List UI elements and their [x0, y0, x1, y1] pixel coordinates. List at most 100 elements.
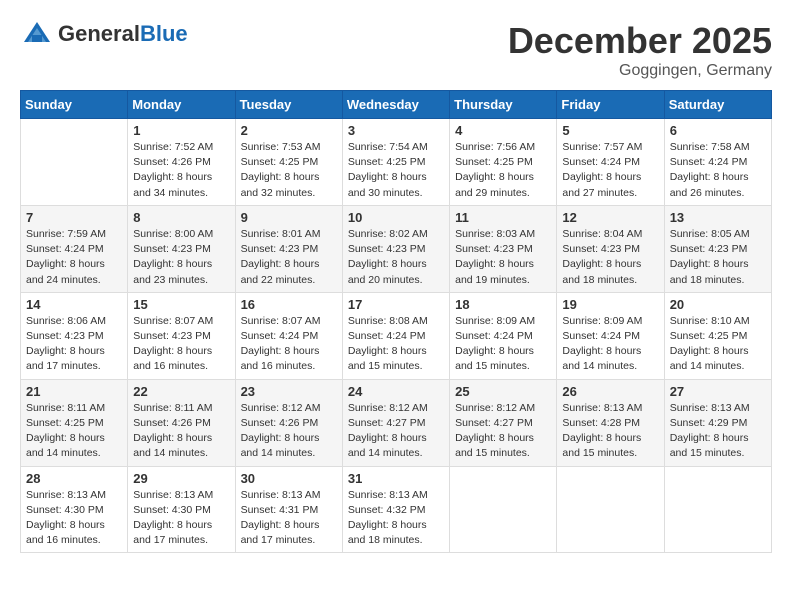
day-number: 14 — [26, 297, 122, 312]
calendar-day-cell: 20 Sunrise: 8:10 AM Sunset: 4:25 PM Dayli… — [664, 292, 771, 379]
day-number: 15 — [133, 297, 229, 312]
day-info: Sunrise: 8:03 AM Sunset: 4:23 PM Dayligh… — [455, 227, 551, 288]
day-number: 12 — [562, 210, 658, 225]
day-info: Sunrise: 8:02 AM Sunset: 4:23 PM Dayligh… — [348, 227, 444, 288]
calendar-day-cell: 5 Sunrise: 7:57 AM Sunset: 4:24 PM Daylig… — [557, 119, 664, 206]
calendar-day-cell: 15Sunrise: 8:07 AM Sunset: 4:23 PM Dayli… — [128, 292, 235, 379]
logo: GeneralBlue — [20, 20, 188, 48]
day-number: 28 — [26, 471, 122, 486]
day-number: 3 — [348, 123, 444, 138]
calendar-day-cell — [21, 119, 128, 206]
calendar-day-cell: 23Sunrise: 8:12 AM Sunset: 4:26 PM Dayli… — [235, 379, 342, 466]
calendar-day-cell: 4Sunrise: 7:56 AM Sunset: 4:25 PM Daylig… — [450, 119, 557, 206]
day-number: 1 — [133, 123, 229, 138]
day-number: 30 — [241, 471, 337, 486]
day-number: 9 — [241, 210, 337, 225]
calendar-day-cell: 3 Sunrise: 7:54 AM Sunset: 4:25 PM Daylig… — [342, 119, 449, 206]
calendar-day-cell: 29 Sunrise: 8:13 AM Sunset: 4:30 PM Dayli… — [128, 466, 235, 553]
day-info: Sunrise: 8:06 AM Sunset: 4:23 PM Dayligh… — [26, 314, 122, 375]
calendar-day-cell: 7 Sunrise: 7:59 AM Sunset: 4:24 PM Daylig… — [21, 205, 128, 292]
calendar-day-cell: 17 Sunrise: 8:08 AM Sunset: 4:24 PM Dayli… — [342, 292, 449, 379]
day-info: Sunrise: 8:11 AM Sunset: 4:26 PM Dayligh… — [133, 401, 229, 462]
day-info: Sunrise: 8:04 AM Sunset: 4:23 PM Dayligh… — [562, 227, 658, 288]
calendar-day-cell: 19 Sunrise: 8:09 AM Sunset: 4:24 PM Dayli… — [557, 292, 664, 379]
calendar-day-cell: 8 Sunrise: 8:00 AM Sunset: 4:23 PM Daylig… — [128, 205, 235, 292]
day-info: Sunrise: 7:54 AM Sunset: 4:25 PM Dayligh… — [348, 140, 444, 201]
calendar-day-cell — [450, 466, 557, 553]
title-block: December 2025 Goggingen, Germany — [508, 20, 772, 80]
calendar-day-cell: 2 Sunrise: 7:53 AM Sunset: 4:25 PM Daylig… — [235, 119, 342, 206]
day-number: 29 — [133, 471, 229, 486]
day-info: Sunrise: 8:10 AM Sunset: 4:25 PM Dayligh… — [670, 314, 766, 375]
day-number: 22 — [133, 384, 229, 399]
calendar-week-row: 21Sunrise: 8:11 AM Sunset: 4:25 PM Dayli… — [21, 379, 772, 466]
calendar-day-cell: 14 Sunrise: 8:06 AM Sunset: 4:23 PM Dayli… — [21, 292, 128, 379]
day-number: 16 — [241, 297, 337, 312]
day-number: 11 — [455, 210, 551, 225]
day-info: Sunrise: 8:12 AM Sunset: 4:27 PM Dayligh… — [455, 401, 551, 462]
day-info: Sunrise: 8:13 AM Sunset: 4:28 PM Dayligh… — [562, 401, 658, 462]
day-number: 4 — [455, 123, 551, 138]
calendar-day-cell: 27 Sunrise: 8:13 AM Sunset: 4:29 PM Dayli… — [664, 379, 771, 466]
weekday-header-cell: Wednesday — [342, 91, 449, 119]
day-info: Sunrise: 8:11 AM Sunset: 4:25 PM Dayligh… — [26, 401, 122, 462]
day-number: 10 — [348, 210, 444, 225]
calendar-body: 1 Sunrise: 7:52 AM Sunset: 4:26 PM Daylig… — [21, 119, 772, 553]
day-info: Sunrise: 8:08 AM Sunset: 4:24 PM Dayligh… — [348, 314, 444, 375]
calendar-day-cell: 9 Sunrise: 8:01 AM Sunset: 4:23 PM Daylig… — [235, 205, 342, 292]
calendar-day-cell: 28 Sunrise: 8:13 AM Sunset: 4:30 PM Dayli… — [21, 466, 128, 553]
calendar-day-cell: 6 Sunrise: 7:58 AM Sunset: 4:24 PM Daylig… — [664, 119, 771, 206]
weekday-header-cell: Saturday — [664, 91, 771, 119]
calendar-day-cell: 30 Sunrise: 8:13 AM Sunset: 4:31 PM Dayli… — [235, 466, 342, 553]
day-info: Sunrise: 7:52 AM Sunset: 4:26 PM Dayligh… — [133, 140, 229, 201]
calendar-day-cell: 21Sunrise: 8:11 AM Sunset: 4:25 PM Dayli… — [21, 379, 128, 466]
day-info: Sunrise: 7:59 AM Sunset: 4:24 PM Dayligh… — [26, 227, 122, 288]
day-info: Sunrise: 8:01 AM Sunset: 4:23 PM Dayligh… — [241, 227, 337, 288]
day-info: Sunrise: 8:07 AM Sunset: 4:24 PM Dayligh… — [241, 314, 337, 375]
day-number: 5 — [562, 123, 658, 138]
day-info: Sunrise: 8:05 AM Sunset: 4:23 PM Dayligh… — [670, 227, 766, 288]
day-info: Sunrise: 8:13 AM Sunset: 4:32 PM Dayligh… — [348, 488, 444, 549]
day-info: Sunrise: 8:13 AM Sunset: 4:30 PM Dayligh… — [133, 488, 229, 549]
day-number: 26 — [562, 384, 658, 399]
day-number: 2 — [241, 123, 337, 138]
day-info: Sunrise: 7:53 AM Sunset: 4:25 PM Dayligh… — [241, 140, 337, 201]
day-info: Sunrise: 8:13 AM Sunset: 4:29 PM Dayligh… — [670, 401, 766, 462]
day-number: 6 — [670, 123, 766, 138]
day-info: Sunrise: 8:13 AM Sunset: 4:31 PM Dayligh… — [241, 488, 337, 549]
month-title: December 2025 — [508, 20, 772, 62]
calendar-day-cell: 22 Sunrise: 8:11 AM Sunset: 4:26 PM Dayli… — [128, 379, 235, 466]
location-subtitle: Goggingen, Germany — [508, 62, 772, 80]
day-number: 17 — [348, 297, 444, 312]
calendar-day-cell: 18Sunrise: 8:09 AM Sunset: 4:24 PM Dayli… — [450, 292, 557, 379]
day-number: 25 — [455, 384, 551, 399]
calendar-day-cell: 10 Sunrise: 8:02 AM Sunset: 4:23 PM Dayli… — [342, 205, 449, 292]
calendar-day-cell: 24Sunrise: 8:12 AM Sunset: 4:27 PM Dayli… — [342, 379, 449, 466]
day-info: Sunrise: 8:00 AM Sunset: 4:23 PM Dayligh… — [133, 227, 229, 288]
day-info: Sunrise: 8:09 AM Sunset: 4:24 PM Dayligh… — [562, 314, 658, 375]
calendar-day-cell — [664, 466, 771, 553]
weekday-header-cell: Sunday — [21, 91, 128, 119]
day-number: 7 — [26, 210, 122, 225]
day-info: Sunrise: 8:13 AM Sunset: 4:30 PM Dayligh… — [26, 488, 122, 549]
calendar-day-cell: 16 Sunrise: 8:07 AM Sunset: 4:24 PM Dayli… — [235, 292, 342, 379]
calendar-day-cell: 31 Sunrise: 8:13 AM Sunset: 4:32 PM Dayli… — [342, 466, 449, 553]
calendar-day-cell: 11 Sunrise: 8:03 AM Sunset: 4:23 PM Dayli… — [450, 205, 557, 292]
day-number: 20 — [670, 297, 766, 312]
day-number: 31 — [348, 471, 444, 486]
day-number: 18 — [455, 297, 551, 312]
calendar-day-cell: 12 Sunrise: 8:04 AM Sunset: 4:23 PM Dayli… — [557, 205, 664, 292]
day-number: 27 — [670, 384, 766, 399]
calendar-day-cell — [557, 466, 664, 553]
day-info: Sunrise: 7:58 AM Sunset: 4:24 PM Dayligh… — [670, 140, 766, 201]
day-info: Sunrise: 7:57 AM Sunset: 4:24 PM Dayligh… — [562, 140, 658, 201]
weekday-header-cell: Tuesday — [235, 91, 342, 119]
day-number: 23 — [241, 384, 337, 399]
day-number: 19 — [562, 297, 658, 312]
day-number: 8 — [133, 210, 229, 225]
weekday-header-cell: Friday — [557, 91, 664, 119]
weekday-header-cell: Monday — [128, 91, 235, 119]
calendar-week-row: 28 Sunrise: 8:13 AM Sunset: 4:30 PM Dayli… — [21, 466, 772, 553]
day-number: 24 — [348, 384, 444, 399]
calendar-day-cell: 1 Sunrise: 7:52 AM Sunset: 4:26 PM Daylig… — [128, 119, 235, 206]
